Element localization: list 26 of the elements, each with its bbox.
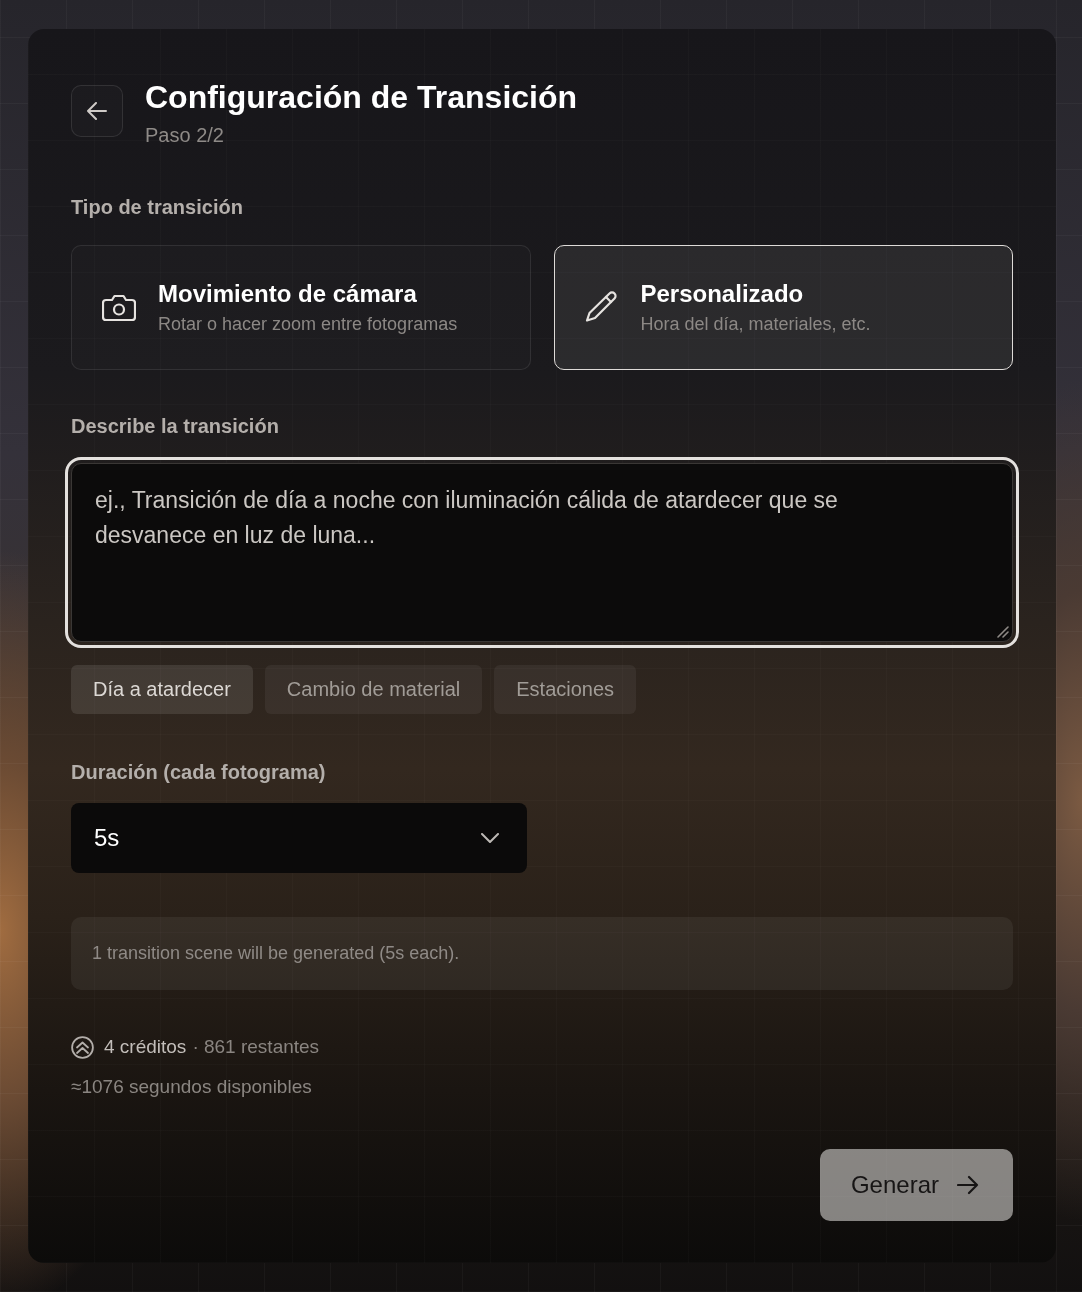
resize-grip-icon[interactable] <box>997 626 1009 638</box>
option-title: Movimiento de cámara <box>158 279 418 309</box>
back-arrow-icon <box>87 102 107 120</box>
duration-select[interactable]: 5s <box>71 803 527 873</box>
option-description: Hora del día, materiales, etc. <box>640 313 871 336</box>
credits-icon <box>71 1035 94 1059</box>
info-message: 1 transition scene will be generated (5s each). <box>71 917 1013 990</box>
transition-option[interactable]: Movimiento de cámara Rotar o hacer zoom entre fotogramas <box>71 245 531 370</box>
section-label: Duración (cada fotograma) <box>71 760 326 785</box>
back-button[interactable] <box>71 85 123 137</box>
option-description: Rotar o hacer zoom entre fotogramas <box>158 313 458 336</box>
seconds-available: ≈1076 segundos disponibles <box>71 1075 312 1099</box>
section-label: Describe la transición <box>71 414 279 439</box>
chevron-down-icon <box>481 833 499 843</box>
preset-chip[interactable]: Cambio de material <box>264 665 483 714</box>
transition-option[interactable]: Personalizado Hora del día, materiales, etc. <box>553 245 1013 370</box>
camera-icon <box>102 293 136 322</box>
credit-cost: 4 créditos <box>104 1035 187 1059</box>
section-label: Tipo de transición <box>71 195 243 220</box>
dialog-title: Configuración de Transición <box>145 78 578 116</box>
credits-remaining: · 861 restantes <box>192 1035 320 1059</box>
preset-chip[interactable]: Día a atardecer <box>71 665 253 714</box>
arrow-right-icon <box>957 1175 979 1195</box>
step-indicator: Paso 2/2 <box>145 123 225 148</box>
preset-chip[interactable]: Estaciones <box>494 665 637 714</box>
option-title: Personalizado <box>640 279 805 309</box>
